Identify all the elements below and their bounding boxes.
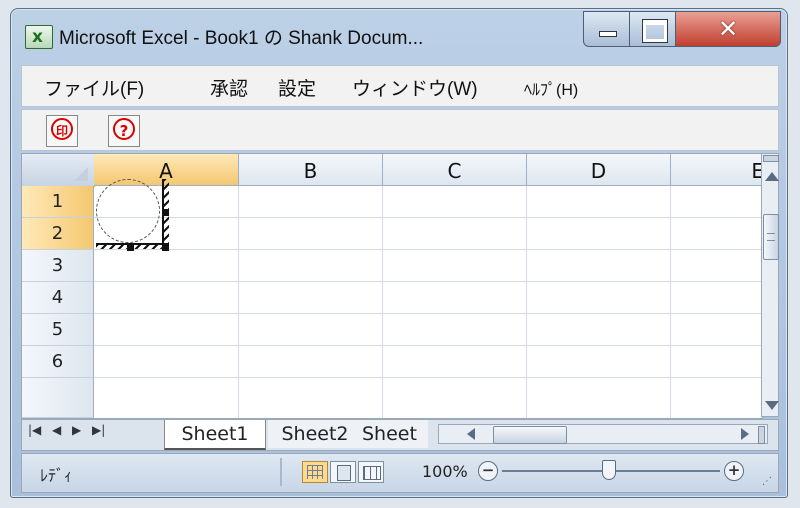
scroll-down-icon[interactable] xyxy=(765,401,779,410)
next-sheet-button[interactable]: ▶ xyxy=(72,423,81,437)
minimize-button[interactable] xyxy=(583,11,631,47)
gridline xyxy=(94,377,762,378)
scroll-up-icon[interactable] xyxy=(765,172,779,181)
gridline xyxy=(670,186,671,418)
zoom-slider-thumb[interactable] xyxy=(602,460,616,480)
print-button[interactable]: 印 xyxy=(46,115,78,147)
horizontal-split-box[interactable] xyxy=(758,426,765,444)
scroll-right-icon[interactable] xyxy=(741,428,749,440)
normal-view-icon xyxy=(307,465,323,479)
column-header-b[interactable]: B xyxy=(239,154,383,186)
print-stamp-icon: 印 xyxy=(51,118,73,140)
gridline xyxy=(382,186,383,418)
maximize-icon xyxy=(643,20,667,42)
page-break-view-button[interactable] xyxy=(358,461,384,483)
gridline xyxy=(526,186,527,418)
sheet-tab-bar: |◀ ◀ ▶ ▶| Sheet1 Sheet2 Sheet xyxy=(21,419,779,451)
tab-sheet3[interactable]: Sheet xyxy=(362,420,428,448)
gridline xyxy=(94,249,762,250)
page-layout-icon xyxy=(337,465,351,481)
tab-sheet1[interactable]: Sheet1 xyxy=(164,420,266,450)
menu-file[interactable]: ファイル(F) xyxy=(44,74,144,101)
shape-handle[interactable] xyxy=(127,244,134,251)
toolbar: 印 ? xyxy=(21,109,779,151)
dashed-circle-shape[interactable] xyxy=(96,179,160,243)
excel-window: x Microsoft Excel - Book1 の Shank Docum.… xyxy=(10,8,788,498)
minimize-icon xyxy=(599,31,617,37)
menu-settings[interactable]: 設定 xyxy=(278,74,316,101)
column-header-d[interactable]: D xyxy=(527,154,671,186)
separator xyxy=(280,458,282,486)
shape-handle[interactable] xyxy=(162,244,169,251)
row-header-2[interactable]: 2 xyxy=(22,218,94,250)
close-button[interactable]: ✕ xyxy=(675,11,781,47)
row-header-4[interactable]: 4 xyxy=(22,282,94,314)
scroll-left-icon[interactable] xyxy=(467,428,475,440)
window-title: Microsoft Excel - Book1 の Shank Docum... xyxy=(59,28,424,49)
column-header-c[interactable]: C xyxy=(383,154,527,186)
maximize-button[interactable] xyxy=(629,11,677,47)
gridline xyxy=(94,281,762,282)
horizontal-scroll-thumb[interactable] xyxy=(493,426,567,444)
split-box[interactable] xyxy=(763,155,779,162)
spreadsheet-grid[interactable]: A B C D E 1 2 3 4 5 6 xyxy=(21,153,763,419)
page-layout-view-button[interactable] xyxy=(330,461,356,483)
status-bar: ﾚﾃﾞｨ 100% − + ⋰ xyxy=(21,453,779,493)
gridline xyxy=(238,186,239,418)
row-header-1[interactable]: 1 xyxy=(22,186,94,218)
menu-help[interactable]: ﾍﾙﾌﾟ(H) xyxy=(524,76,578,100)
resize-grip-icon[interactable]: ⋰ xyxy=(762,476,772,487)
tab-sheet2[interactable]: Sheet2 xyxy=(268,420,363,448)
select-all-corner[interactable] xyxy=(22,154,95,187)
vertical-scroll-thumb[interactable] xyxy=(763,214,779,260)
zoom-level[interactable]: 100% xyxy=(422,462,468,481)
gridline xyxy=(94,345,762,346)
row-header-5[interactable]: 5 xyxy=(22,314,94,346)
zoom-out-button[interactable]: − xyxy=(478,461,498,481)
close-icon: ✕ xyxy=(718,15,739,43)
prev-sheet-button[interactable]: ◀ xyxy=(52,423,61,437)
last-sheet-button[interactable]: ▶| xyxy=(92,423,105,437)
shape-handle[interactable] xyxy=(162,209,169,216)
menu-window[interactable]: ウィンドウ(W) xyxy=(352,74,478,101)
menu-approve[interactable]: 承認 xyxy=(210,74,248,101)
zoom-in-button[interactable]: + xyxy=(724,461,744,481)
gridline xyxy=(94,217,762,218)
normal-view-button[interactable] xyxy=(302,461,328,483)
row-header-3[interactable]: 3 xyxy=(22,250,94,282)
page-break-icon xyxy=(363,466,381,480)
help-icon: ? xyxy=(113,118,135,140)
horizontal-scrollbar[interactable] xyxy=(438,424,768,444)
row-header-6[interactable]: 6 xyxy=(22,346,94,378)
title-bar[interactable]: x Microsoft Excel - Book1 の Shank Docum.… xyxy=(11,9,787,57)
help-button[interactable]: ? xyxy=(108,115,140,147)
vertical-scrollbar[interactable] xyxy=(761,153,779,417)
first-sheet-button[interactable]: |◀ xyxy=(28,423,41,437)
gridline xyxy=(94,313,762,314)
status-text: ﾚﾃﾞｨ xyxy=(40,466,73,485)
excel-icon: x xyxy=(25,25,53,49)
row-header-7[interactable] xyxy=(22,378,94,418)
column-header-e[interactable]: E xyxy=(671,154,762,186)
excel-icon-glyph: x xyxy=(32,27,43,47)
menu-bar: ファイル(F) 承認 設定 ウィンドウ(W) ﾍﾙﾌﾟ(H) xyxy=(21,65,779,107)
